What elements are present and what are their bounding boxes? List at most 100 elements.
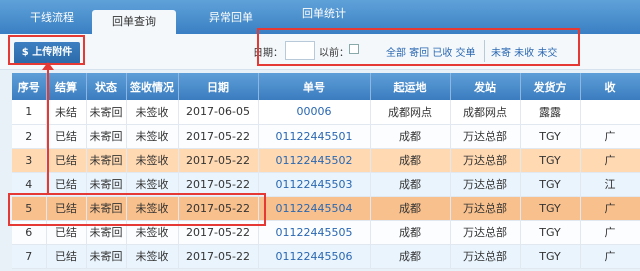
table-cell: 未签收 [126,148,179,173]
table-cell: TGY [520,172,581,197]
date-label: 日期： [253,48,283,59]
tab-trunk-process[interactable]: 干线流程 [22,6,82,30]
table-cell: 已结 [46,220,87,245]
table-cell: 已结 [46,124,87,149]
date-input[interactable] [285,41,315,60]
table-cell: 未寄回 [86,148,127,173]
tab-receipt-stats[interactable]: 回单统计 [284,2,364,26]
table-cell: 未寄回 [86,196,127,221]
table-cell: 成都 [370,244,451,269]
table-cell: 成都网点 [450,100,521,125]
before-label: 以前： [319,48,349,59]
table-cell: 未签收 [126,196,179,221]
table-cell: 未签收 [126,100,179,125]
table-cell: 1 [12,100,47,125]
table-cell: 江 [580,172,640,197]
table-row[interactable]: 2 已结 未寄回 未签收 2017-05-22 01122445501 成都 万达总部 TGY 广 [12,124,640,149]
table-cell: TGY [520,220,581,245]
col-header[interactable]: 起运地 [370,73,451,100]
table-cell: 2017-05-22 [178,172,259,197]
table-cell: 未寄回 [86,124,127,149]
table-cell: 广 [580,244,640,269]
status-filter-links-a[interactable]: 全部 寄回 已收 交单 [386,44,476,59]
col-header[interactable]: 发站 [450,73,521,100]
table-cell: 未签收 [126,244,179,269]
table-cell: 已结 [46,172,87,197]
table-cell: 成都网点 [370,100,451,125]
table-cell [580,100,640,125]
table-cell: 成都 [370,196,451,221]
table-cell: 未签收 [126,124,179,149]
annotation-arrow-head [42,62,54,70]
filter-divider [484,40,485,62]
table-row[interactable]: 3 已结 未寄回 未签收 2017-05-22 01122445502 成都 万达总部 TGY 广 [12,148,640,173]
table-cell: 2017-05-22 [178,196,259,221]
table-cell: 7 [12,244,47,269]
table-cell: 2017-05-22 [178,148,259,173]
status-filter-links-b[interactable]: 未寄 未收 未交 [491,44,557,59]
table-cell: 万达总部 [450,172,521,197]
table-cell: 未寄回 [86,220,127,245]
table-cell: 2017-05-22 [178,220,259,245]
col-header[interactable]: 单号 [258,73,371,100]
table-cell: 万达总部 [450,196,521,221]
tab-bar: 干线流程 回单查询 异常回单 回单统计 [0,0,640,34]
table-row[interactable]: 5 已结 未寄回 未签收 2017-05-22 01122445504 成都 万达总部 TGY 广 [12,196,640,221]
table-header-row: 序号 结算 状态 签收情况 日期 单号 起运地 发站 发货方 收 [12,73,640,100]
table-cell: 01122445504 [258,196,371,221]
col-header[interactable]: 结算 [46,73,87,100]
table-cell: 广 [580,196,640,221]
receipt-table: 序号 结算 状态 签收情况 日期 单号 起运地 发站 发货方 收 1 未结 未寄回未… [12,73,640,269]
table-cell: 万达总部 [450,124,521,149]
date-filter: 日期： 以前： 全部 寄回 已收 交单 未寄 未收 未交 [251,38,578,64]
table-cell: 成都 [370,172,451,197]
table-cell: TGY [520,244,581,269]
table-cell: TGY [520,196,581,221]
table-cell: 2 [12,124,47,149]
table-cell: 万达总部 [450,148,521,173]
table-cell: 成都 [370,220,451,245]
tab-receipt-query[interactable]: 回单查询 [92,10,176,34]
col-header[interactable]: 序号 [12,73,47,100]
table-cell: 广 [580,148,640,173]
table-cell: 6 [12,220,47,245]
table-cell: 2017-05-22 [178,244,259,269]
upload-attachment-button[interactable]: $ 上传附件 [14,42,80,64]
before-checkbox[interactable] [349,44,359,54]
table-cell: 01122445506 [258,244,371,269]
table-cell: 4 [12,172,47,197]
col-header[interactable]: 收 [580,73,640,100]
col-header[interactable]: 发货方 [520,73,581,100]
table-row[interactable]: 4 已结 未寄回 未签收 2017-05-22 01122445503 成都 万达总部 TGY 江 [12,172,640,197]
col-header[interactable]: 签收情况 [126,73,179,100]
table-cell: TGY [520,124,581,149]
table-cell: 未寄回 [86,244,127,269]
table-cell: 已结 [46,148,87,173]
table-cell: 01122445505 [258,220,371,245]
table-cell: 未签收 [126,220,179,245]
table-cell: 未签收 [126,172,179,197]
col-header[interactable]: 状态 [86,73,127,100]
table-cell: TGY [520,148,581,173]
table-cell: 未寄回 [86,100,127,125]
table-cell: 已结 [46,244,87,269]
table-cell: 已结 [46,196,87,221]
table-cell: 2017-06-05 [178,100,259,125]
table-cell: 01122445503 [258,172,371,197]
table-cell: 成都 [370,148,451,173]
table-cell: 2017-05-22 [178,124,259,149]
table-cell: 成都 [370,124,451,149]
table-cell: 01122445501 [258,124,371,149]
table-row[interactable]: 7 已结 未寄回 未签收 2017-05-22 01122445506 成都 万达总部 TGY 广 [12,244,640,269]
table-cell: 01122445502 [258,148,371,173]
table-cell: 广 [580,220,640,245]
table-row[interactable]: 1 未结 未寄回 未签收 2017-06-05 00006 成都网点 成都网点 露露 [12,100,640,125]
table-cell: 3 [12,148,47,173]
tab-exception-receipt[interactable]: 异常回单 [196,6,266,30]
table-cell: 00006 [258,100,371,125]
table-row[interactable]: 6 已结 未寄回 未签收 2017-05-22 01122445505 成都 万达总部 TGY 广 [12,220,640,245]
table-cell: 万达总部 [450,220,521,245]
col-header[interactable]: 日期 [178,73,259,100]
table-cell: 未寄回 [86,172,127,197]
table-cell: 未结 [46,100,87,125]
